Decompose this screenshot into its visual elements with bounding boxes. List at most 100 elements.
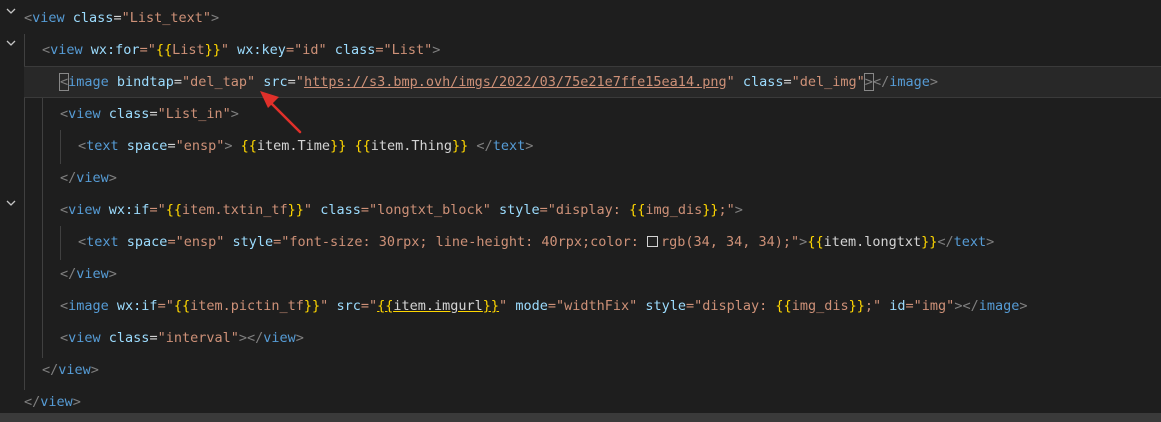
token-bracket: >: [210, 10, 220, 26]
token-string: ="display:: [539, 202, 630, 218]
token-attr: class: [320, 202, 361, 218]
token-attr: class: [108, 106, 150, 122]
code-line-12[interactable]: </view>: [0, 354, 1161, 386]
token-attr: wx:if: [116, 298, 158, 314]
token-bracket: </: [937, 234, 954, 250]
token-attr: class: [334, 42, 376, 58]
token-mustache: }}: [848, 298, 865, 314]
token-expr: item.Time: [256, 138, 331, 154]
token-attr: style: [499, 202, 540, 218]
token-attr: wx:key: [237, 42, 286, 58]
token-tag: view: [68, 202, 101, 218]
token-string: "interval": [157, 330, 239, 346]
token-string: ="ensp": [167, 234, 225, 250]
token-string: ="id": [285, 42, 327, 58]
code-line-2[interactable]: <view wx:for="{{List}}" wx:key="id" clas…: [0, 34, 1161, 66]
token-tag: view: [32, 10, 65, 26]
token-string: ="longtxt_block": [360, 202, 491, 218]
token-mustache: {{: [173, 298, 191, 314]
token-tag: view: [68, 330, 101, 346]
color-swatch-icon[interactable]: [647, 235, 658, 247]
token-eq: =: [173, 74, 182, 90]
token-attr: bindtap: [116, 74, 174, 90]
token-eq: =: [783, 74, 792, 90]
token-string: "ensp": [175, 138, 225, 154]
token-attr: class: [742, 74, 784, 90]
token-string: ="img": [905, 298, 955, 314]
token-bracket: <: [60, 330, 69, 346]
code-line-7[interactable]: <view wx:if="{{item.txtin_tf}}" class="l…: [0, 194, 1161, 226]
token-attr: mode: [515, 298, 548, 314]
code-line-10[interactable]: <image wx:if="{{item.pictin_tf}}" src="{…: [0, 290, 1161, 322]
token-mustache: {{: [629, 202, 646, 218]
token-tag: view: [76, 266, 109, 282]
token-string: item.pictin_tf: [190, 298, 304, 314]
token-eq: =: [113, 10, 122, 26]
token-string: =": [139, 42, 156, 58]
token-mustache: {{: [155, 42, 173, 58]
token-tag: view: [68, 106, 101, 122]
code-line-3-active[interactable]: <image bindtap="del_tap" src="https://s3…: [24, 66, 1161, 98]
token-expr: item.imgurl: [393, 298, 483, 314]
url-link[interactable]: https://s3.bmp.ovh/imgs/2022/03/75e21e7f…: [304, 74, 727, 90]
token-mustache: {{: [354, 138, 371, 154]
token-bracket: >: [224, 138, 233, 154]
token-string: "del_img": [791, 74, 865, 90]
token-string: List: [172, 42, 205, 58]
code-line-11[interactable]: <view class="interval"></view>: [0, 322, 1161, 354]
code-line-8[interactable]: <text space="ensp" style="font-size: 30r…: [0, 226, 1161, 258]
token-bracket: >: [734, 202, 743, 218]
token-attr: space: [126, 138, 168, 154]
code-editor[interactable]: <view class="List_text"> <view wx:for="{…: [0, 0, 1161, 410]
code-line-5[interactable]: <text space="ensp"> {{item.Time}} {{item…: [0, 130, 1161, 162]
token-bracket: >: [295, 330, 304, 346]
token-mustache: }}: [921, 234, 938, 250]
token-string: ": [499, 298, 508, 314]
token-bracket: >: [230, 106, 239, 122]
token-eq: =: [149, 106, 158, 122]
code-line-4[interactable]: <view class="List_in">: [0, 98, 1161, 130]
token-string: ="display:: [686, 298, 776, 314]
token-bracket: >: [432, 42, 441, 58]
token-attr: id: [889, 298, 906, 314]
token-string: =": [149, 202, 166, 218]
token-bracket: >: [929, 74, 938, 90]
token-attr: src: [263, 74, 288, 90]
token-bracket: </: [60, 266, 77, 282]
token-bracket: <: [60, 106, 69, 122]
token-string: img_dis: [645, 202, 703, 218]
token-mustache: }}: [204, 42, 221, 58]
code-line-6[interactable]: </view>: [0, 162, 1161, 194]
underlined-expression: {{item.imgurl}}: [377, 298, 499, 314]
token-mustache: }}: [287, 202, 304, 218]
code-line-1[interactable]: <view class="List_text">: [0, 2, 1161, 34]
token-expr: item.Thing: [370, 138, 453, 154]
token-attr: src: [336, 298, 361, 314]
token-eq: =: [287, 74, 296, 90]
horizontal-scrollbar[interactable]: [0, 410, 1161, 422]
token-bracket: <: [60, 202, 69, 218]
token-eq: =: [149, 330, 158, 346]
token-attr: style: [232, 234, 274, 250]
token-tag: text: [953, 234, 987, 250]
token-attr: wx:if: [108, 202, 150, 218]
token-string: ="List": [375, 42, 433, 58]
token-tag: view: [263, 330, 296, 346]
token-bracket: <: [60, 298, 69, 314]
token-string: ;": [864, 298, 882, 314]
token-mustache: {{: [377, 298, 394, 314]
scrollbar-thumb[interactable]: [0, 413, 1161, 422]
token-bracket: </: [42, 362, 59, 378]
token-string: ;": [718, 202, 735, 218]
token-tag: view: [40, 394, 73, 410]
code-line-9[interactable]: </view>: [0, 258, 1161, 290]
token-bracket: <: [78, 234, 87, 250]
token-attr: style: [645, 298, 687, 314]
token-bracket: >: [863, 73, 874, 91]
token-mustache: {{: [240, 138, 257, 154]
token-string: item.txtin_tf: [181, 202, 288, 218]
token-string: "del_tap": [181, 74, 256, 90]
token-tag: view: [58, 362, 91, 378]
token-bracket: >: [1019, 298, 1028, 314]
token-tag: image: [978, 298, 1020, 314]
